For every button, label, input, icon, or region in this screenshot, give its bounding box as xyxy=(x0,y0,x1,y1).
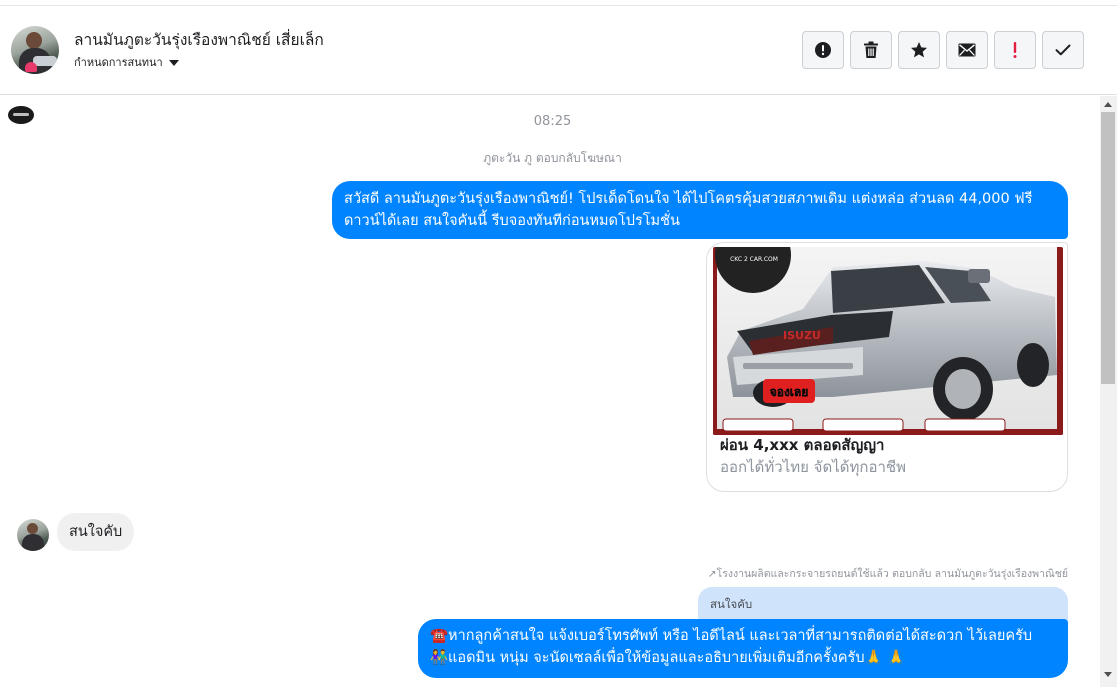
ad-card-title: ผ่อน 4,xxx ตลอดสัญญา xyxy=(720,436,885,454)
incoming-message[interactable]: สนใจคับ xyxy=(57,513,135,551)
scrollbar-thumb[interactable] xyxy=(1101,112,1115,384)
conversation-name[interactable]: ลานมันภูตะวันรุ่งเรืองพาณิชย์ เสี่ยเล็ก xyxy=(74,27,324,52)
customer-avatar[interactable] xyxy=(17,519,49,551)
svg-text:ISUZU: ISUZU xyxy=(783,329,821,342)
envelope-icon xyxy=(958,43,976,57)
pickup-truck-photo: ISUZU CKC 2 CAR.COM จองเลย xyxy=(713,247,1063,435)
star-icon xyxy=(911,42,927,58)
message-thread[interactable]: 08:25 ภูตะวัน ภู ตอบกลับโฆษณา สวัสดี ลาน… xyxy=(0,96,1100,687)
alert-circle-icon xyxy=(815,42,831,58)
delete-button[interactable] xyxy=(850,31,892,69)
scroll-up-arrow-icon[interactable] xyxy=(1104,102,1112,107)
outgoing-reply-message[interactable]: ☎️หากลูกค้าสนใจ แจ้งเบอร์โทรศัพท์ หรือ ไ… xyxy=(418,619,1068,678)
reply-context-note: ↗โรงงานผลิตและกระจายรถยนต์ใช้แล้ว ตอบกลั… xyxy=(707,568,1068,580)
star-button[interactable] xyxy=(898,31,940,69)
checkmark-icon xyxy=(1055,44,1071,56)
mark-spam-button[interactable] xyxy=(802,31,844,69)
assign-label: กำหนดการสนทนา xyxy=(74,56,163,69)
caret-down-icon xyxy=(168,59,179,66)
mark-unread-button[interactable] xyxy=(946,31,988,69)
ad-card[interactable]: ISUZU CKC 2 CAR.COM จองเลย ผ่อน 4,xxx ตล… xyxy=(706,242,1068,492)
reply-line-2: 👫แอดมิน หนุ่ม จะนัดเซลล์เพื่อให้ข้อมูลแล… xyxy=(430,650,906,666)
svg-text:จองเลย: จองเลย xyxy=(770,385,809,399)
ad-card-subtitle: ออกได้ทั่วไทย จัดได้ทุกอาชีพ xyxy=(720,458,906,476)
assign-conversation-dropdown[interactable]: กำหนดการสนทนา xyxy=(74,53,179,71)
ad-reply-note: ภูตะวัน ภู ตอบกลับโฆษณา xyxy=(483,151,622,165)
thread-scrollbar[interactable] xyxy=(1100,96,1117,687)
conversation-header: ลานมันภูตะวันรุ่งเรืองพาณิชย์ เสี่ยเล็ก … xyxy=(0,7,1117,95)
ad-car-image[interactable]: ISUZU CKC 2 CAR.COM จองเลย xyxy=(713,247,1063,435)
inbox-conversation-view: ลานมันภูตะวันรุ่งเรืองพาณิชย์ เสี่ยเล็ก … xyxy=(0,0,1117,687)
svg-text:CKC 2 CAR.COM: CKC 2 CAR.COM xyxy=(730,256,778,263)
mark-done-button[interactable] xyxy=(1042,31,1084,69)
contact-avatar[interactable] xyxy=(11,26,59,74)
outgoing-message[interactable]: สวัสดี ลานมันภูตะวันรุ่งเรืองพาณิชย์! โป… xyxy=(332,181,1068,239)
conversation-actions xyxy=(802,31,1084,69)
top-strip xyxy=(0,0,1117,6)
message-timestamp: 08:25 xyxy=(533,114,572,129)
trash-icon xyxy=(864,41,878,58)
exclamation-icon xyxy=(1013,42,1017,58)
follow-up-button[interactable] xyxy=(994,31,1036,69)
scroll-down-arrow-icon[interactable] xyxy=(1104,672,1112,677)
reply-line-1: ☎️หากลูกค้าสนใจ แจ้งเบอร์โทรศัพท์ หรือ ไ… xyxy=(430,628,1033,644)
